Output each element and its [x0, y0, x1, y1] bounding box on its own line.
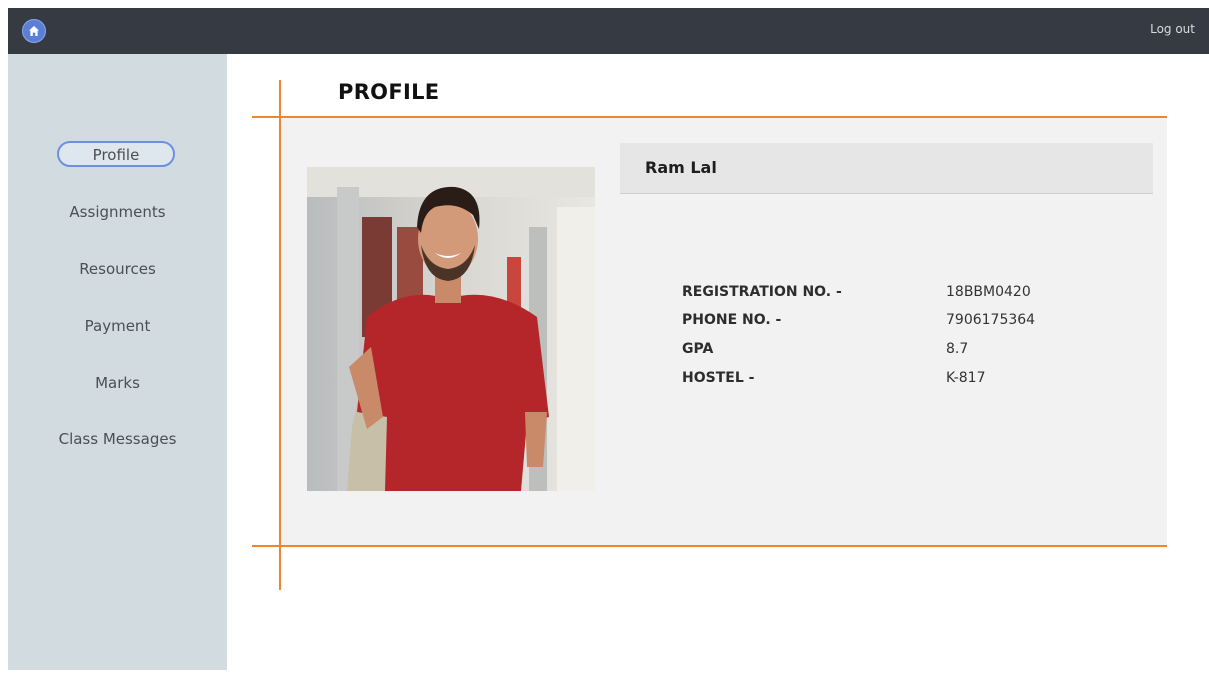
sidebar-item-resources[interactable]: Resources — [8, 260, 227, 278]
student-name: Ram Lal — [645, 158, 717, 177]
sidebar-item-marks[interactable]: Marks — [8, 374, 227, 392]
sidebar-item-assignments[interactable]: Assignments — [8, 203, 227, 221]
phone-value: 7906175364 — [946, 312, 1036, 328]
home-icon — [29, 26, 39, 36]
top-bar: Log out — [8, 8, 1209, 54]
accent-vertical-line — [279, 80, 281, 590]
accent-bottom-line — [252, 545, 1167, 547]
gpa-label: GPA — [682, 341, 714, 357]
hostel-label: HOSTEL - — [682, 370, 755, 386]
hostel-value: K-817 — [946, 370, 986, 386]
student-name-bar: Ram Lal — [620, 143, 1153, 194]
accent-top-line — [252, 116, 1167, 118]
registration-value: 18BBM0420 — [946, 284, 1031, 300]
logout-link[interactable]: Log out — [1150, 22, 1195, 36]
registration-label: REGISTRATION NO. - — [682, 284, 842, 300]
profile-photo — [307, 167, 595, 491]
page-title: PROFILE — [338, 80, 440, 104]
gpa-value: 8.7 — [946, 341, 969, 357]
sidebar-item-payment[interactable]: Payment — [8, 317, 227, 335]
phone-label: PHONE NO. - — [682, 312, 782, 328]
sidebar-item-profile[interactable]: Profile — [57, 141, 175, 167]
sidebar-item-class-messages[interactable]: Class Messages — [8, 430, 227, 448]
home-button[interactable] — [22, 19, 46, 43]
sidebar: Profile Assignments Resources Payment Ma… — [8, 54, 227, 670]
